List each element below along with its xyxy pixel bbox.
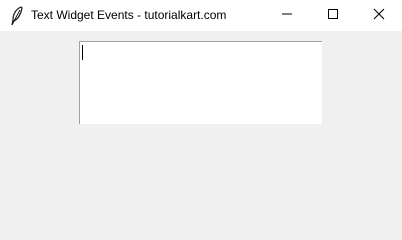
text-caret [82, 45, 83, 60]
window-client-area [0, 31, 402, 232]
maximize-button[interactable] [310, 0, 356, 31]
title-bar[interactable]: Text Widget Events - tutorialkart.com [0, 0, 402, 31]
text-widget[interactable] [79, 41, 322, 124]
feather-icon[interactable] [10, 6, 24, 26]
maximize-icon [327, 7, 339, 25]
minimize-icon [281, 7, 293, 25]
close-icon [373, 7, 385, 25]
close-button[interactable] [356, 0, 402, 31]
minimize-button[interactable] [264, 0, 310, 31]
app-window: Text Widget Events - tutorialkart.com [0, 0, 402, 232]
window-title: Text Widget Events - tutorialkart.com [31, 8, 227, 22]
